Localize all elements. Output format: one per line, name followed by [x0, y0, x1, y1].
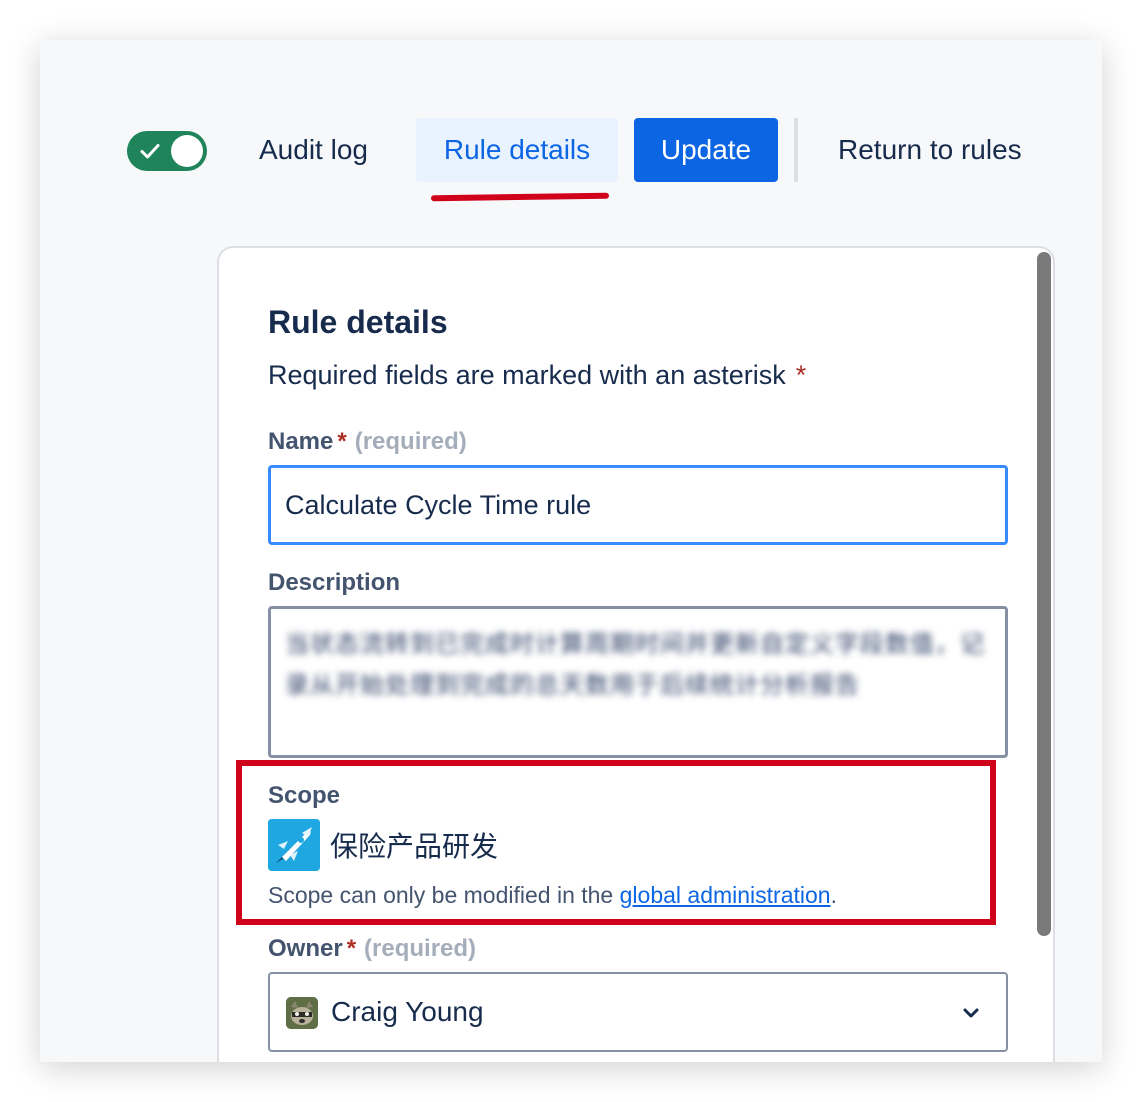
owner-required-text: (required): [364, 935, 477, 962]
required-note: Required fields are marked with an aster…: [268, 360, 806, 391]
owner-label-text: Owner: [268, 935, 343, 962]
app-window: Audit log Rule details Update Return to …: [40, 40, 1102, 1062]
description-textarea[interactable]: 当状态流转到已完成时计算周期时间并更新自定义字段数值，记录从开始处理到完成的总天…: [268, 606, 1008, 758]
audit-log-link[interactable]: Audit log: [259, 118, 368, 182]
annotation-underline: [430, 192, 610, 202]
owner-select[interactable]: Craig Young: [268, 972, 1008, 1052]
annotation-highlight-box: [236, 760, 996, 925]
return-to-rules-link[interactable]: Return to rules: [838, 118, 1022, 182]
check-icon: [140, 144, 160, 159]
rule-details-tab[interactable]: Rule details: [416, 118, 618, 182]
owner-value: Craig Young: [331, 996, 484, 1027]
owner-asterisk: *: [346, 935, 357, 962]
avatar: [286, 997, 318, 1029]
required-note-text: Required fields are marked with an aster…: [268, 360, 786, 390]
name-input[interactable]: [268, 465, 1008, 545]
required-asterisk: *: [795, 360, 807, 390]
header-divider: [794, 118, 798, 182]
panel-title: Rule details: [268, 304, 448, 340]
rule-details-panel: Rule details Required fields are marked …: [217, 246, 1055, 1062]
name-label-text: Name: [268, 428, 334, 455]
update-button[interactable]: Update: [634, 118, 778, 182]
panel-scrollbar[interactable]: [1037, 252, 1051, 936]
name-label: Name * (required): [268, 428, 467, 456]
description-text: 当状态流转到已完成时计算周期时间并更新自定义字段数值，记录从开始处理到完成的总天…: [285, 630, 985, 699]
name-required-text: (required): [354, 428, 467, 455]
description-label: Description: [268, 569, 401, 596]
name-asterisk: *: [337, 428, 347, 455]
chevron-down-icon: [963, 1008, 979, 1018]
rule-enabled-toggle[interactable]: [127, 131, 207, 171]
owner-label: Owner * (required): [268, 935, 476, 963]
toggle-knob: [171, 135, 203, 167]
